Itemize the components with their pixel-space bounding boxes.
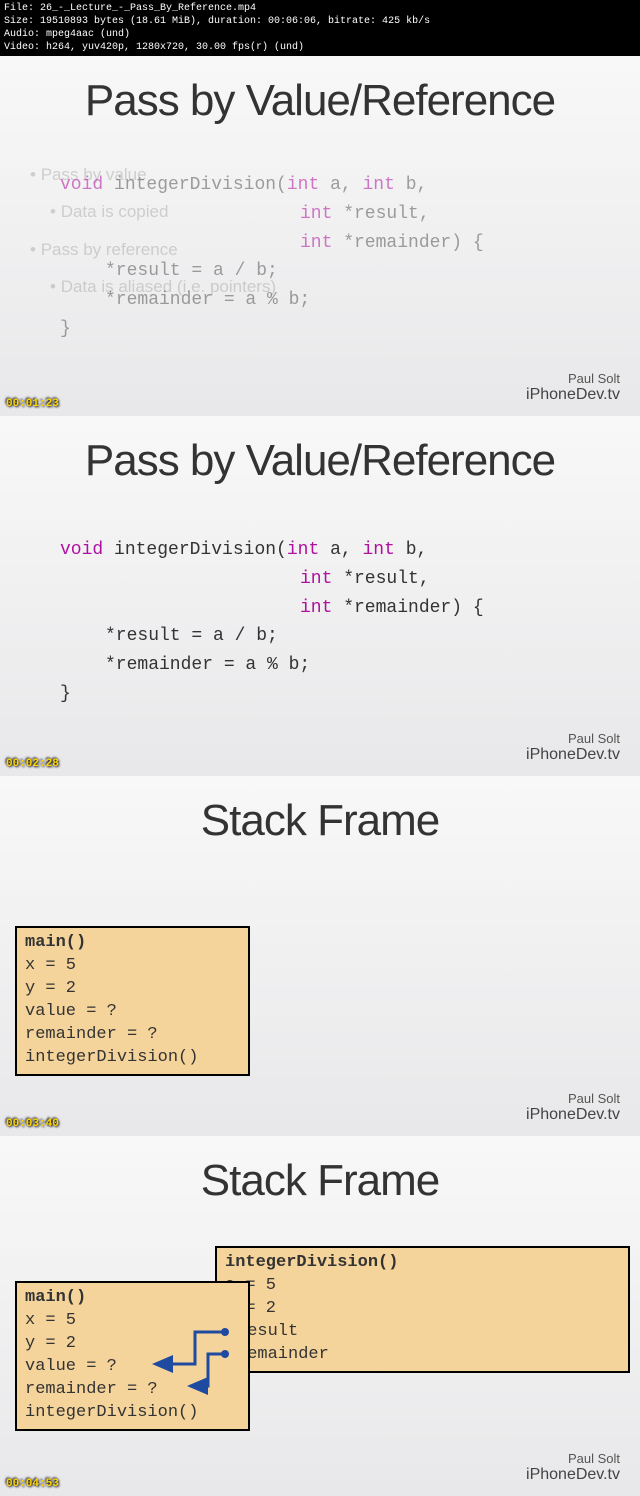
code-overlay: void integerDivision(int a, int b, int *… [60,171,484,344]
file-line: File: 26_-_Lecture_-_Pass_By_Reference.m… [4,2,636,15]
slide-2: Pass by Value/Reference void integerDivi… [0,416,640,776]
credit: Paul Solt iPhoneDev.tv [526,371,620,404]
timestamp: 00:04:53 [6,1478,59,1490]
credit: Paul Solt iPhoneDev.tv [526,731,620,764]
stack-frame-integer-division: integerDivision() a = 5 b = 2 result rem… [215,1246,630,1373]
video-line: Video: h264, yuv420p, 1280x720, 30.00 fp… [4,41,636,54]
stack-container: integerDivision() a = 5 b = 2 result rem… [30,1246,610,1436]
media-info-header: File: 26_-_Lecture_-_Pass_By_Reference.m… [0,0,640,56]
stack-frame-main: main() x = 5 y = 2 value = ? remainder =… [15,1281,250,1431]
audio-line: Audio: mpeg4aac (und) [4,28,636,41]
slide-1: Pass by Value/Reference • Pass by value … [0,56,640,416]
slide-title: Stack Frame [30,796,610,846]
slide-3: Stack Frame main() x = 5 y = 2 value = ?… [0,776,640,1136]
size-line: Size: 19510893 bytes (18.61 MiB), durati… [4,15,636,28]
slide-title: Stack Frame [30,1156,610,1206]
stack-container: main() x = 5 y = 2 value = ? remainder =… [30,926,610,1116]
slide-title: Pass by Value/Reference [30,436,610,486]
slide-title: Pass by Value/Reference [30,76,610,126]
slide-4: Stack Frame integerDivision() a = 5 b = … [0,1136,640,1496]
credit: Paul Solt iPhoneDev.tv [526,1091,620,1124]
stack-frame-main: main() x = 5 y = 2 value = ? remainder =… [15,926,250,1076]
timestamp: 00:01:23 [6,398,59,410]
timestamp: 00:02:28 [6,758,59,770]
credit: Paul Solt iPhoneDev.tv [526,1451,620,1484]
timestamp: 00:03:40 [6,1118,59,1130]
code-block: void integerDivision(int a, int b, int *… [60,536,610,709]
